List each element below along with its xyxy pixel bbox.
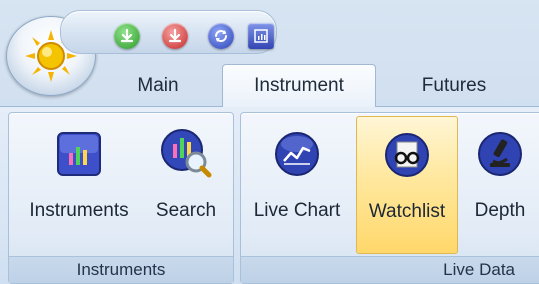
group-label-instruments: Instruments (9, 256, 233, 283)
ribbon-window: Main Instrument Futures Instruments Inst… (0, 0, 539, 284)
depth-microscope-icon (472, 126, 528, 182)
watchlist-glasses-icon (379, 127, 435, 183)
watchlist-button[interactable]: Watchlist (356, 116, 458, 254)
instruments-chart-icon (51, 126, 107, 182)
quick-access-toolbar (60, 10, 277, 54)
tab-instrument[interactable]: Instrument (222, 64, 376, 107)
refresh-icon[interactable] (208, 23, 234, 49)
search-button-label: Search (155, 200, 217, 221)
live-chart-icon (269, 126, 325, 182)
window-icon[interactable] (248, 23, 274, 49)
tab-main[interactable]: Main (118, 66, 198, 106)
download-green-icon[interactable] (114, 23, 140, 49)
group-label-live-data: Live Data (241, 256, 539, 283)
instruments-button[interactable]: Instruments (14, 116, 144, 252)
instruments-button-label: Instruments (29, 200, 129, 221)
tab-futures[interactable]: Futures (400, 66, 508, 106)
depth-button[interactable]: Depth (462, 116, 538, 252)
live-chart-button[interactable]: Live Chart (244, 116, 350, 252)
search-chart-icon (158, 126, 214, 182)
live-chart-button-label: Live Chart (253, 200, 341, 221)
search-button[interactable]: Search (146, 116, 226, 252)
depth-button-label: Depth (474, 200, 526, 221)
watchlist-button-label: Watchlist (368, 201, 446, 222)
download-red-icon[interactable] (162, 23, 188, 49)
